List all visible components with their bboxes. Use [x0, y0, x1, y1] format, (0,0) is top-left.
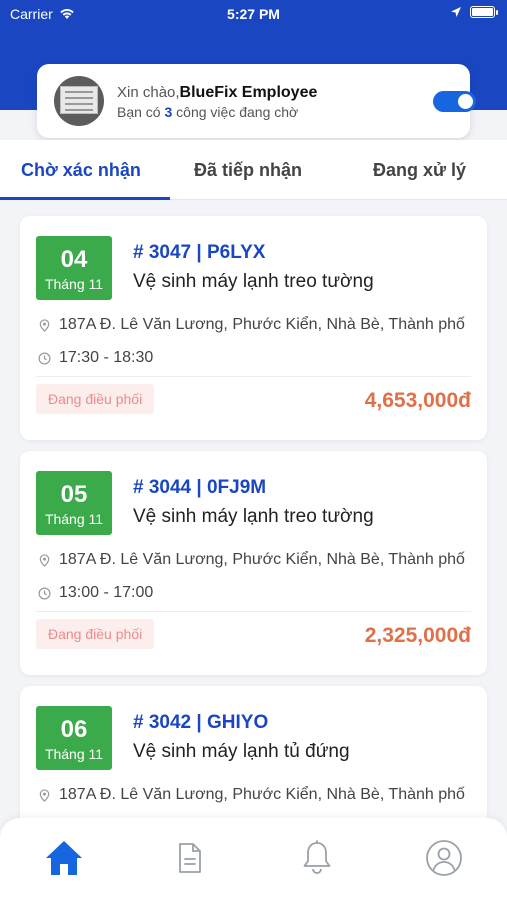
greeting-prefix: Xin chào, [117, 84, 180, 101]
job-list: 04 Tháng 11 # 3047 | P6LYX Vệ sinh máy l… [0, 201, 507, 821]
job-price: 2,325,000đ [364, 624, 471, 647]
clock: 5:27 PM [227, 6, 280, 22]
status-icons [450, 6, 498, 18]
divider [36, 611, 471, 612]
job-code: # 3042 | GHIYO [133, 712, 269, 733]
document-icon [179, 843, 201, 873]
job-address: 187A Đ. Lê Văn Lương, Phước Kiển, Nhà Bè… [59, 551, 468, 568]
job-code: # 3047 | P6LYX [133, 242, 266, 263]
date-day: 04 [60, 246, 88, 273]
time-row: 13:00 - 17:00 [38, 584, 153, 602]
nav-home[interactable] [44, 838, 84, 878]
job-card[interactable]: 05 Tháng 11 # 3044 | 0FJ9M Vệ sinh máy l… [20, 451, 487, 675]
location-arrow-icon [451, 7, 461, 17]
nav-profile[interactable] [424, 838, 464, 878]
job-title: Vệ sinh máy lạnh tủ đứng [133, 741, 350, 762]
date-month: Tháng 11 [44, 511, 104, 527]
user-name: BlueFix Employee [179, 84, 318, 101]
clock-icon [38, 352, 51, 364]
availability-toggle[interactable] [433, 91, 476, 112]
home-icon [46, 841, 82, 875]
nav-documents[interactable] [170, 838, 210, 878]
nav-notifications[interactable] [297, 838, 337, 878]
user-icon [426, 840, 462, 876]
status-badge: Đang điều phối [36, 619, 155, 649]
profile-card: Xin chào,BlueFix Employee Bạn có 3 công … [37, 64, 476, 138]
job-title: Vệ sinh máy lạnh treo tường [133, 506, 374, 527]
tab-in-progress[interactable]: Đang xử lý [373, 160, 466, 181]
location-pin-icon [39, 788, 50, 802]
job-address: 187A Đ. Lê Văn Lương, Phước Kiển, Nhà Bè… [59, 316, 468, 333]
job-title: Vệ sinh máy lạnh treo tường [133, 271, 374, 292]
bottom-navigation [0, 818, 507, 900]
divider [36, 376, 471, 377]
status-bar: Carrier 5:27 PM [0, 0, 507, 28]
clock-icon [38, 587, 51, 599]
active-tab-indicator [0, 197, 170, 200]
job-time: 17:30 - 18:30 [59, 349, 154, 366]
greeting-line: Xin chào,BlueFix Employee [117, 84, 317, 102]
pending-prefix: Bạn có [117, 104, 165, 120]
time-row: 17:30 - 18:30 [38, 349, 153, 367]
location-pin-icon [39, 318, 50, 332]
date-badge: 06 Tháng 11 [36, 706, 112, 770]
address-row: 187A Đ. Lê Văn Lương, Phước Kiển, Nhà Bè… [38, 786, 468, 804]
address-row: 187A Đ. Lê Văn Lương, Phước Kiển, Nhà Bè… [38, 551, 468, 569]
tab-accepted[interactable]: Đã tiếp nhận [194, 160, 302, 181]
toggle-knob [458, 94, 473, 109]
job-price: 4,653,000đ [364, 389, 471, 412]
battery-icon [470, 6, 498, 18]
avatar[interactable] [54, 76, 104, 126]
pending-jobs-line: Bạn có 3 công việc đang chờ [117, 104, 298, 120]
date-day: 05 [60, 481, 88, 508]
job-address: 187A Đ. Lê Văn Lương, Phước Kiển, Nhà Bè… [59, 786, 468, 803]
location-pin-icon [39, 553, 50, 567]
pending-suffix: công việc đang chờ [172, 104, 299, 120]
date-month: Tháng 11 [44, 276, 104, 292]
date-day: 06 [60, 716, 88, 743]
job-time: 13:00 - 17:00 [59, 584, 154, 601]
job-card[interactable]: 04 Tháng 11 # 3047 | P6LYX Vệ sinh máy l… [20, 216, 487, 440]
bell-icon [303, 840, 331, 874]
status-badge: Đang điều phối [36, 384, 155, 414]
date-badge: 05 Tháng 11 [36, 471, 112, 535]
job-code: # 3044 | 0FJ9M [133, 477, 267, 498]
job-card[interactable]: 06 Tháng 11 # 3042 | GHIYO Vệ sinh máy l… [20, 686, 487, 821]
address-row: 187A Đ. Lê Văn Lương, Phước Kiển, Nhà Bè… [38, 316, 468, 334]
date-month: Tháng 11 [44, 746, 104, 762]
job-status-tabs: Chờ xác nhận Đã tiếp nhận Đang xử lý [0, 140, 507, 200]
tab-pending-confirmation[interactable]: Chờ xác nhận [21, 160, 141, 181]
date-badge: 04 Tháng 11 [36, 236, 112, 300]
